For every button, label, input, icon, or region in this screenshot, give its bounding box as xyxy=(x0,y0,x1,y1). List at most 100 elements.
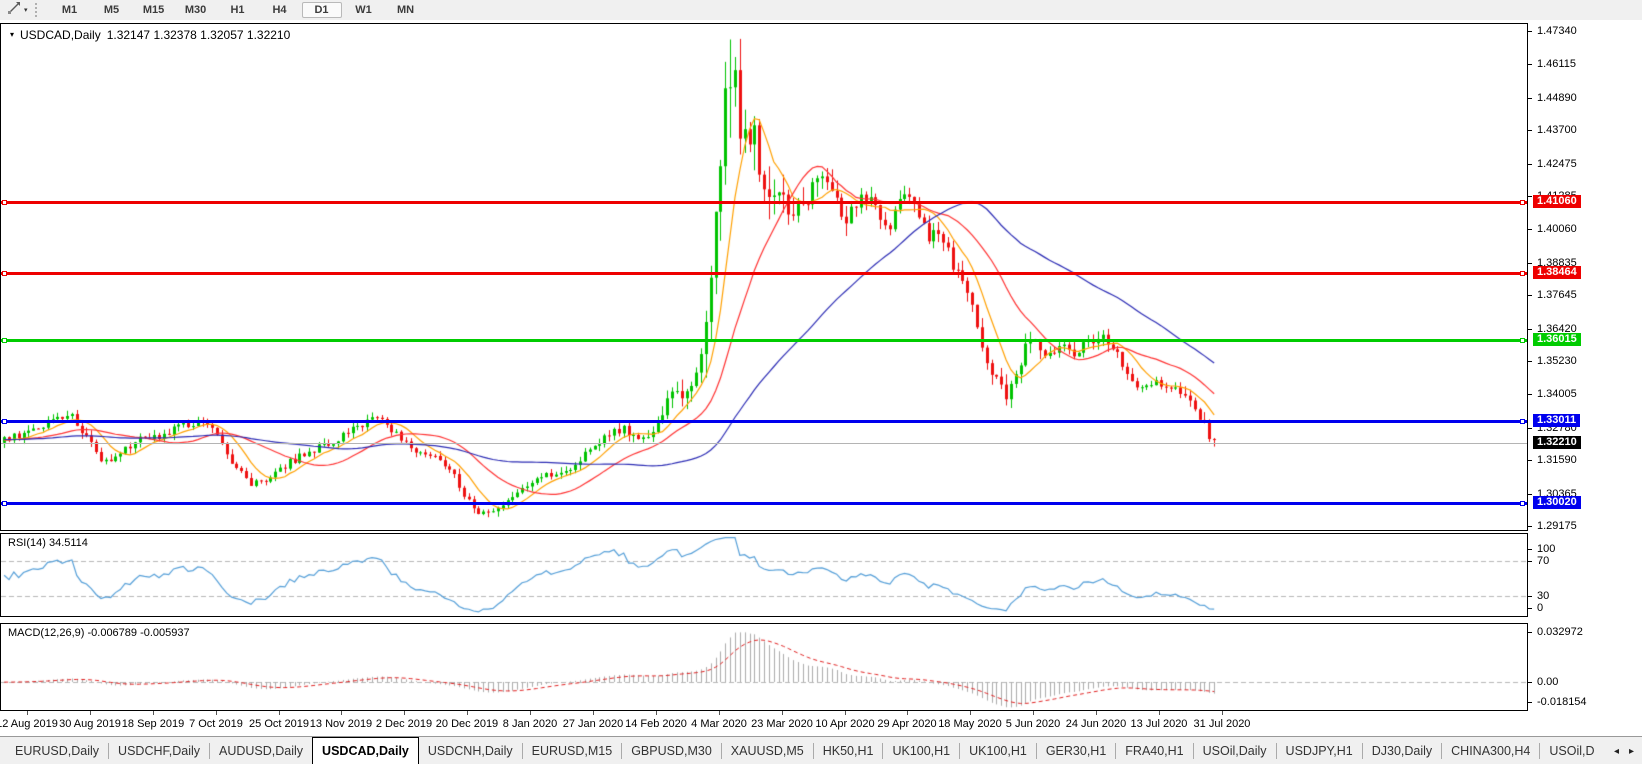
line-handle[interactable] xyxy=(2,270,7,276)
line-price-tag: 1.38464 xyxy=(1533,265,1581,279)
line-studies-button[interactable]: ▾ xyxy=(4,0,31,21)
line-handle[interactable] xyxy=(1520,200,1525,206)
chart-tab-uk100-h1[interactable]: UK100,H1 xyxy=(883,737,959,764)
line-price-tag: 1.41060 xyxy=(1533,195,1581,209)
date-axis-label: 10 Apr 2020 xyxy=(815,718,875,730)
horizontal-line-1.38464[interactable] xyxy=(1,270,1527,276)
price-axis-label: 1.31590 xyxy=(1537,454,1577,467)
chart-tab-usoil-d[interactable]: USOil,D xyxy=(1540,737,1603,764)
axis-tick xyxy=(1528,549,1532,550)
date-axis-label: 18 Sep 2019 xyxy=(121,718,185,730)
date-axis-label: 23 Mar 2020 xyxy=(751,718,813,730)
macd-label: MACD(12,26,9) -0.006789 -0.005937 xyxy=(8,627,190,639)
chart-tab-ger30-h1[interactable]: GER30,H1 xyxy=(1037,737,1115,764)
current-price-line xyxy=(1,443,1527,444)
line-studies-icon xyxy=(7,0,22,20)
date-tick xyxy=(27,711,28,715)
line-handle[interactable] xyxy=(2,337,7,343)
price-axis-label: 1.29175 xyxy=(1537,519,1577,532)
price-axis-label: 1.43700 xyxy=(1537,124,1577,137)
timeframe-button-m15[interactable]: M15 xyxy=(134,2,174,18)
chart-tab-usoil-daily[interactable]: USOil,Daily xyxy=(1194,737,1276,764)
rsi-canvas[interactable] xyxy=(1,534,1527,616)
price-axis-label: 1.37645 xyxy=(1537,289,1577,302)
axis-tick xyxy=(1528,229,1532,230)
axis-tick xyxy=(1528,608,1532,609)
chart-tab-gbpusd-m30[interactable]: GBPUSD,M30 xyxy=(622,737,721,764)
macd-panel[interactable]: MACD(12,26,9) -0.006789 -0.005937 xyxy=(0,623,1528,711)
date-axis-label: 24 Jun 2020 xyxy=(1065,718,1127,730)
timeframe-button-mn[interactable]: MN xyxy=(386,2,426,18)
date-axis-label: 27 Jan 2020 xyxy=(562,718,624,730)
horizontal-line-1.41060[interactable] xyxy=(1,200,1527,206)
horizontal-line-1.36015[interactable] xyxy=(1,337,1527,343)
line-handle[interactable] xyxy=(1520,270,1525,276)
price-axis-label: 1.47340 xyxy=(1537,25,1577,37)
chart-tab-usdjpy-h1[interactable]: USDJPY,H1 xyxy=(1277,737,1362,764)
chart-tab-uk100-h1[interactable]: UK100,H1 xyxy=(960,737,1036,764)
rsi-axis-label: 100 xyxy=(1537,543,1556,555)
chart-tab-usdchf-daily[interactable]: USDCHF,Daily xyxy=(109,737,209,764)
line-price-tag: 1.36015 xyxy=(1533,332,1581,346)
chart-tab-xauusd-m5[interactable]: XAUUSD,M5 xyxy=(722,737,813,764)
chart-tab-hk50-h1[interactable]: HK50,H1 xyxy=(814,737,883,764)
line-handle[interactable] xyxy=(1520,337,1525,343)
toolbar-grip[interactable] xyxy=(34,3,40,17)
chart-tab-usdcad-daily[interactable]: USDCAD,Daily xyxy=(312,737,419,764)
price-canvas[interactable] xyxy=(1,24,1527,530)
date-tick xyxy=(1159,711,1160,715)
price-axis-label: 1.34005 xyxy=(1537,388,1577,401)
date-axis-label: 31 Jul 2020 xyxy=(1193,718,1251,730)
axis-tick xyxy=(1528,130,1532,131)
line-handle[interactable] xyxy=(1520,500,1525,506)
chart-symbol-label: USDCAD,Daily xyxy=(20,28,101,42)
horizontal-line-1.30020[interactable] xyxy=(1,500,1527,506)
tab-scroll-buttons: ◂ ▸ xyxy=(1606,737,1642,764)
right-arrow-icon[interactable]: ▸ xyxy=(1629,746,1634,757)
axis-tick xyxy=(1528,329,1532,330)
date-tick xyxy=(279,711,280,715)
chart-tab-usdcnh-daily[interactable]: USDCNH,Daily xyxy=(419,737,522,764)
macd-canvas[interactable] xyxy=(1,624,1527,710)
timeframe-button-h1[interactable]: H1 xyxy=(218,2,258,18)
chart-tab-dj30-daily[interactable]: DJ30,Daily xyxy=(1363,737,1441,764)
price-panel[interactable]: ▾ USDCAD,Daily 1.32147 1.32378 1.32057 1… xyxy=(0,23,1528,531)
date-tick xyxy=(90,711,91,715)
line-price-tag: 1.30020 xyxy=(1533,495,1581,509)
date-axis-label: 20 Dec 2019 xyxy=(435,718,499,730)
chart-tab-audusd-daily[interactable]: AUDUSD,Daily xyxy=(210,737,312,764)
axis-tick xyxy=(1528,682,1532,683)
price-axis-label: 1.44890 xyxy=(1537,91,1577,104)
rsi-panel[interactable]: RSI(14) 34.5114 xyxy=(0,533,1528,617)
line-handle[interactable] xyxy=(1520,419,1525,425)
chart-tab-china300-h4[interactable]: CHINA300,H4 xyxy=(1442,737,1539,764)
rsi-axis-label: 30 xyxy=(1537,590,1550,602)
price-scale[interactable]: 1.473401.461151.448901.437001.424751.412… xyxy=(1528,24,1642,532)
date-tick xyxy=(1222,711,1223,715)
timeframe-button-w1[interactable]: W1 xyxy=(344,2,384,18)
caret-down-icon[interactable]: ▾ xyxy=(24,7,28,14)
date-axis-label: 18 May 2020 xyxy=(938,718,1002,730)
date-tick xyxy=(845,711,846,715)
chart-tab-eurusd-m15[interactable]: EURUSD,M15 xyxy=(523,737,622,764)
chart-title: ▾ USDCAD,Daily 1.32147 1.32378 1.32057 1… xyxy=(10,28,290,42)
line-handle[interactable] xyxy=(2,419,7,425)
chart-tab-fra40-h1[interactable]: FRA40,H1 xyxy=(1116,737,1192,764)
rsi-axis-label: 0 xyxy=(1537,602,1544,614)
date-axis[interactable]: 12 Aug 2019 30 Aug 2019 18 Sep 2019 7 Oct 2… xyxy=(0,711,1642,736)
timeframe-button-m30[interactable]: M30 xyxy=(176,2,216,18)
date-axis-label: 14 Feb 2020 xyxy=(625,718,687,730)
date-axis-label: 2 Dec 2019 xyxy=(375,718,433,730)
timeframe-button-h4[interactable]: H4 xyxy=(260,2,300,18)
macd-axis-label: 0.032972 xyxy=(1537,626,1583,638)
chart-tab-eurusd-daily[interactable]: EURUSD,Daily xyxy=(6,737,108,764)
timeframe-button-m1[interactable]: M1 xyxy=(50,2,90,18)
chart-title-dropdown-icon[interactable]: ▾ xyxy=(10,31,14,39)
timeframe-button-m5[interactable]: M5 xyxy=(92,2,132,18)
horizontal-line-1.33011[interactable] xyxy=(1,419,1527,425)
axis-tick xyxy=(1528,561,1532,562)
line-handle[interactable] xyxy=(2,500,7,506)
line-handle[interactable] xyxy=(2,200,7,206)
left-arrow-icon[interactable]: ◂ xyxy=(1614,746,1619,757)
timeframe-button-d1[interactable]: D1 xyxy=(301,2,342,18)
